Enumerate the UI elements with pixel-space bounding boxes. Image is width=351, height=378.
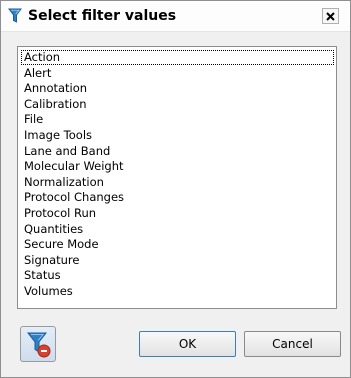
filter-icon — [8, 8, 22, 24]
list-item[interactable]: Status — [21, 268, 334, 283]
clear-filter-icon — [27, 332, 51, 358]
dialog-title: Select filter values — [28, 8, 177, 24]
filter-values-list[interactable]: Action Alert Annotation Calibration File Imag… — [17, 46, 337, 309]
clear-filter-button[interactable] — [20, 326, 56, 362]
list-item[interactable]: Lane and Band — [21, 144, 334, 159]
list-item[interactable]: Secure Mode — [21, 237, 334, 252]
list-item[interactable]: Annotation — [21, 81, 334, 96]
close-button[interactable] — [322, 8, 339, 24]
list-item[interactable]: Alert — [21, 66, 334, 81]
ok-button[interactable]: OK — [139, 331, 236, 357]
list-item[interactable]: Signature — [21, 253, 334, 268]
list-item[interactable]: Molecular Weight — [21, 159, 334, 174]
list-item[interactable]: Protocol Run — [21, 206, 334, 221]
list-item[interactable]: File — [21, 112, 334, 127]
list-item[interactable]: Quantities — [21, 222, 334, 237]
list-item[interactable]: Calibration — [21, 97, 334, 112]
list-item[interactable]: Volumes — [21, 284, 334, 299]
list-item[interactable]: Normalization — [21, 175, 334, 190]
title-bar[interactable]: Select filter values — [1, 1, 350, 32]
list-item[interactable]: Action — [21, 50, 334, 65]
cancel-button[interactable]: Cancel — [244, 331, 341, 357]
select-filter-values-dialog: Select filter values Action Alert Annotati… — [0, 0, 351, 378]
list-item[interactable]: Image Tools — [21, 128, 334, 143]
close-icon — [326, 12, 335, 21]
list-item[interactable]: Protocol Changes — [21, 190, 334, 205]
